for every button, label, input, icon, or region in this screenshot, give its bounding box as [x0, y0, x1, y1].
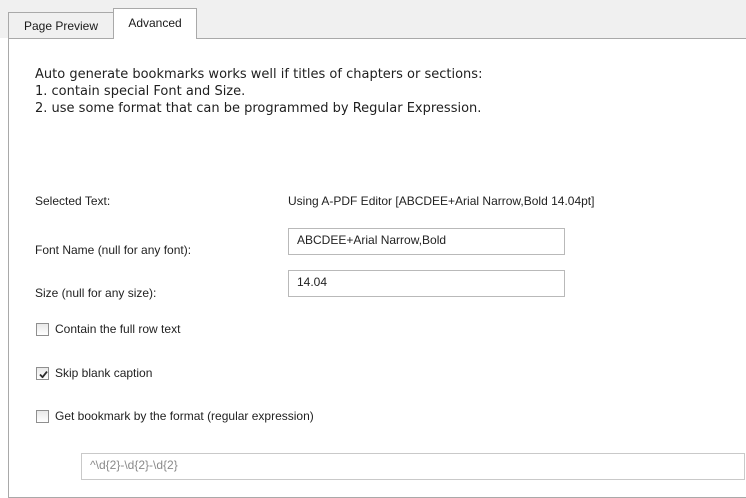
- by-format-checkbox[interactable]: Get bookmark by the format (regular expr…: [36, 409, 314, 423]
- intro-line-2: 1. contain special Font and Size.: [35, 84, 246, 99]
- tab-page-preview[interactable]: Page Preview: [8, 12, 114, 39]
- checkbox-box[interactable]: [36, 322, 49, 336]
- skip-blank-label: Skip blank caption: [55, 366, 153, 380]
- by-format-label: Get bookmark by the format (regular expr…: [55, 409, 314, 423]
- full-row-label: Contain the full row text: [55, 322, 181, 336]
- intro-text: Auto generate bookmarks works well if ti…: [35, 66, 482, 117]
- intro-line-3: 2. use some format that can be programme…: [35, 101, 482, 116]
- font-name-input[interactable]: ABCDEE+Arial Narrow,Bold: [288, 228, 565, 255]
- size-input[interactable]: 14.04: [288, 270, 565, 297]
- tab-strip: Page Preview Advanced: [0, 0, 746, 39]
- checkbox-box[interactable]: [36, 366, 49, 380]
- skip-blank-checkbox[interactable]: Skip blank caption: [36, 366, 152, 380]
- check-mark-icon: [39, 370, 48, 378]
- checkbox-box[interactable]: [36, 409, 49, 423]
- regex-input[interactable]: ^\d{2}-\d{2}-\d{2}: [81, 453, 745, 480]
- tab-advanced[interactable]: Advanced: [113, 8, 197, 39]
- full-row-checkbox[interactable]: Contain the full row text: [36, 322, 180, 336]
- font-name-label: Font Name (null for any font):: [35, 243, 192, 257]
- selected-text-label: Selected Text:: [35, 194, 111, 208]
- intro-line-1: Auto generate bookmarks works well if ti…: [35, 67, 483, 82]
- selected-text-value: Using A-PDF Editor [ABCDEE+Arial Narrow,…: [288, 194, 595, 208]
- size-label: Size (null for any size):: [35, 286, 157, 300]
